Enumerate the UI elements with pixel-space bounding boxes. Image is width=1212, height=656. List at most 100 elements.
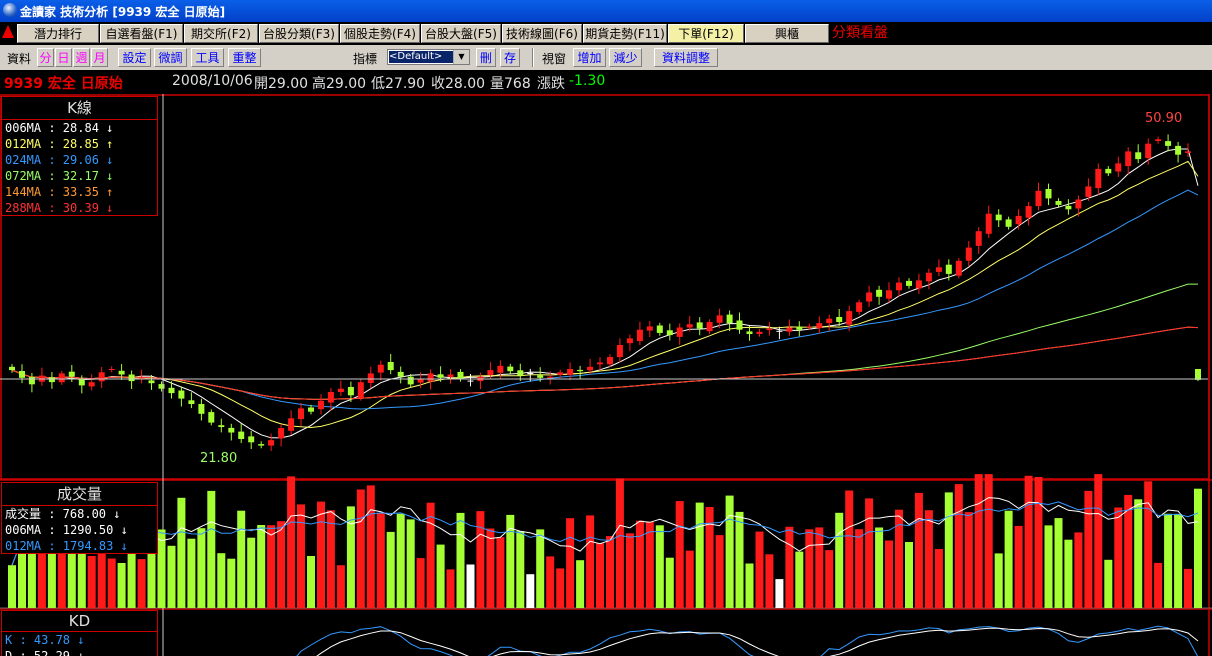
volume-bar <box>775 579 784 608</box>
menu-tw-category[interactable]: 台股分類(F3) <box>259 24 339 43</box>
menu-emerging[interactable]: 興櫃 <box>745 24 829 43</box>
volume-bar <box>476 511 485 608</box>
volume-bar <box>536 529 545 608</box>
volume-bar <box>1184 568 1192 608</box>
low-price: 低27.90 <box>371 76 426 92</box>
volume-bar <box>625 533 634 608</box>
category-board-label[interactable]: 分類看盤 <box>832 24 888 43</box>
volume-bar <box>1054 518 1063 608</box>
menu-stock-trend[interactable]: 個股走勢(F4) <box>340 24 420 43</box>
volume-bar <box>177 497 186 608</box>
candle-body <box>118 370 125 375</box>
refresh-button[interactable]: 重整 <box>228 48 261 67</box>
volume-bar <box>496 537 505 608</box>
menu-bar: 潛力排行 自選看盤(F1) 期交所(F2) 台股分類(F3) 個股走勢(F4) … <box>0 22 1212 45</box>
k-value-label: K : 43.78 ↓ <box>5 633 85 647</box>
volume-bar <box>905 542 913 608</box>
menu-watchlist[interactable]: 自選看盤(F1) <box>100 24 183 43</box>
menu-tw-index[interactable]: 台股大盤(F5) <box>421 24 501 43</box>
ma24-label: 024MA : 29.06 ↓ <box>5 153 114 167</box>
price-chart-canvas[interactable]: 50.90 21.80 <box>0 94 1212 656</box>
volume-bar <box>1114 507 1123 608</box>
candle-body <box>268 440 275 446</box>
volume-bar <box>356 489 365 608</box>
toolbar-divider <box>532 48 534 67</box>
freq-month-button[interactable]: 月 <box>91 48 108 67</box>
volume-bar <box>416 558 425 608</box>
candle-body <box>945 264 952 274</box>
volume-bar <box>336 565 345 608</box>
remove-window-button[interactable]: 減少 <box>609 48 642 67</box>
volume-bar <box>1194 488 1202 608</box>
volume-bar <box>1164 513 1173 608</box>
save-indicator-button[interactable]: 存 <box>500 48 520 67</box>
menu-taifex[interactable]: 期交所(F2) <box>184 24 258 43</box>
candle-body <box>1115 163 1122 172</box>
tools-button[interactable]: 工具 <box>191 48 224 67</box>
collapse-arrow-icon[interactable] <box>2 25 14 38</box>
candle-body <box>925 272 932 282</box>
candle-body <box>1015 215 1022 225</box>
volume-bar <box>526 574 535 608</box>
candle-body <box>327 392 334 403</box>
volume-bar <box>326 510 335 608</box>
volume-bar <box>257 525 266 608</box>
candle-body <box>78 379 85 386</box>
candle-body <box>517 370 524 376</box>
freq-day-button[interactable]: 日 <box>55 48 72 67</box>
ma6-label: 006MA : 28.84 ↓ <box>5 121 114 135</box>
volume-bar <box>267 525 276 608</box>
candle-body <box>716 315 723 323</box>
candle-body <box>467 380 474 382</box>
candle-body <box>387 362 394 371</box>
fine-tune-button[interactable]: 微調 <box>154 48 187 67</box>
add-window-button[interactable]: 增加 <box>573 48 606 67</box>
menu-tech-chart[interactable]: 技術線圖(F6) <box>502 24 582 43</box>
volume-ma12-label: 012MA : 1794.83 ↓ <box>5 539 128 553</box>
candle-body <box>68 371 75 377</box>
volume-bar <box>1004 510 1013 608</box>
freq-minute-button[interactable]: 分 <box>37 48 54 67</box>
delete-indicator-button[interactable]: 刪 <box>476 48 496 67</box>
volume-bar <box>1064 539 1073 608</box>
candle-body <box>935 267 942 272</box>
data-label: 資料 <box>7 52 32 66</box>
volume-bar <box>855 529 864 608</box>
candle-body <box>198 404 205 414</box>
settings-button[interactable]: 設定 <box>118 48 151 67</box>
volume-bar <box>436 544 445 608</box>
candle-body <box>507 366 514 372</box>
candle-body <box>706 322 713 332</box>
volume-bar <box>765 554 774 608</box>
candle-body <box>985 213 992 234</box>
volume-bar <box>954 484 963 608</box>
volume-bar <box>307 556 315 608</box>
volume-bar <box>964 512 973 608</box>
volume-bar <box>406 519 415 608</box>
dropdown-arrow-icon[interactable]: ▼ <box>453 50 469 64</box>
candle-body <box>906 280 912 286</box>
volume-bar <box>207 490 216 608</box>
menu-order[interactable]: 下單(F12) <box>668 24 744 43</box>
volume-bar <box>735 511 744 608</box>
volume-bar <box>994 553 1003 608</box>
title-bar: 金讀家 技術分析 [9939 宏全 日原始] <box>0 0 1212 22</box>
candle-body <box>1095 168 1102 189</box>
candle-body <box>806 326 813 328</box>
candle-body <box>308 407 314 412</box>
data-adjust-button[interactable]: 資料調整 <box>654 48 718 67</box>
indicator-select[interactable]: <Default> ▼ <box>387 49 470 65</box>
candle-body <box>597 362 603 365</box>
menu-futures[interactable]: 期貨走勢(F11) <box>583 24 667 43</box>
candle-body <box>1065 205 1072 210</box>
candle-body <box>1055 201 1062 205</box>
candle-body <box>208 412 215 423</box>
freq-week-button[interactable]: 週 <box>73 48 90 67</box>
volume-bar <box>1144 481 1153 608</box>
menu-potential-ranking[interactable]: 潛力排行 <box>17 24 99 43</box>
candle-body <box>407 376 414 385</box>
volume-bar <box>974 474 983 608</box>
volume-bar <box>1044 525 1053 608</box>
candle-body <box>347 387 354 396</box>
volume-title: 成交量 <box>2 483 157 506</box>
